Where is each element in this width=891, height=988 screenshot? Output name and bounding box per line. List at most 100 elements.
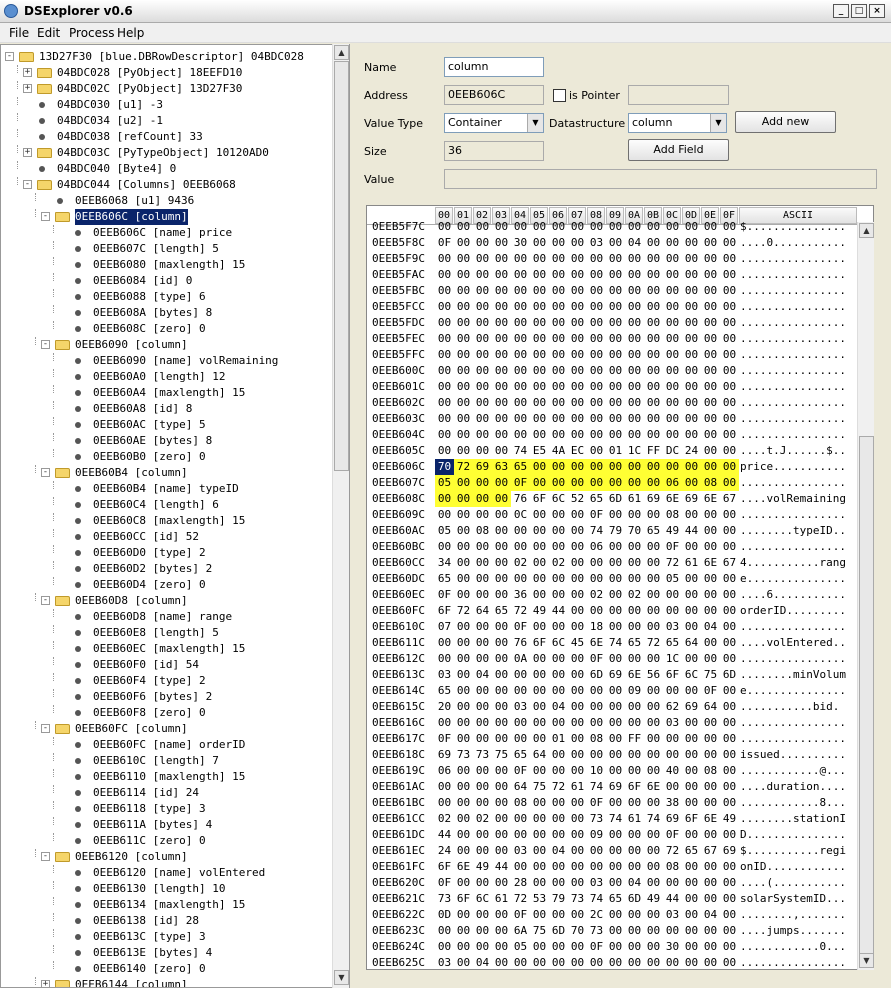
- hex-byte[interactable]: 00: [473, 219, 492, 235]
- hex-byte[interactable]: 00: [682, 475, 701, 491]
- hex-byte[interactable]: 00: [492, 363, 511, 379]
- hex-byte[interactable]: 00: [530, 555, 549, 571]
- tree-node[interactable]: 0EEB6110 [maxlength] 15: [1, 769, 333, 785]
- hex-byte[interactable]: 00: [625, 795, 644, 811]
- hex-byte[interactable]: 00: [473, 763, 492, 779]
- hex-byte[interactable]: 00: [663, 219, 682, 235]
- hex-byte[interactable]: 00: [511, 363, 530, 379]
- hex-byte[interactable]: 00: [511, 219, 530, 235]
- collapse-icon[interactable]: -: [41, 724, 50, 733]
- tree-node-label[interactable]: 0EEB6090 [column]: [75, 337, 188, 353]
- hex-byte[interactable]: 06: [663, 475, 682, 491]
- hex-byte[interactable]: 00: [701, 299, 720, 315]
- hex-byte[interactable]: 00: [625, 571, 644, 587]
- tree-node[interactable]: 0EEB60F0 [id] 54: [1, 657, 333, 673]
- hex-byte[interactable]: 69: [682, 491, 701, 507]
- hex-byte[interactable]: 03: [663, 715, 682, 731]
- hex-byte[interactable]: 00: [549, 811, 568, 827]
- tree-node[interactable]: +04BDC03C [PyTypeObject] 10120AD0: [1, 145, 333, 161]
- hex-byte[interactable]: 00: [568, 587, 587, 603]
- hex-byte[interactable]: 00: [663, 347, 682, 363]
- hex-viewer[interactable]: 00 01 02 03 04 05 06 07 08 09 0A 0B 0C 0D 0E 0F ASCII 0E…: [366, 205, 874, 970]
- hex-byte[interactable]: 00: [549, 523, 568, 539]
- hex-byte[interactable]: 00: [587, 315, 606, 331]
- tree-node-label[interactable]: 13D27F30 [blue.DBRowDescriptor] 04BDC028: [39, 49, 304, 65]
- hex-byte[interactable]: 00: [701, 427, 720, 443]
- hex-byte[interactable]: 64: [530, 747, 549, 763]
- hex-byte[interactable]: 00: [606, 731, 625, 747]
- hex-row[interactable]: 0EEB61EC 24 00 00 00 03 00 04 00 00 00 00 00 72 65 67 69…: [367, 843, 857, 859]
- hex-byte[interactable]: 00: [454, 811, 473, 827]
- hex-byte[interactable]: 00: [720, 459, 739, 475]
- scroll-thumb[interactable]: [334, 61, 349, 471]
- hex-row[interactable]: 0EEB602C 00 00 00 00 00 00 00 00 00 00 00 00 00 00 00 00…: [367, 395, 857, 411]
- hex-byte[interactable]: 05: [435, 523, 454, 539]
- hex-row[interactable]: 0EEB615C 20 00 00 00 03 00 04 00 00 00 00 00 62 69 64 00…: [367, 699, 857, 715]
- hex-byte[interactable]: 00: [473, 699, 492, 715]
- hex-byte[interactable]: 6E: [625, 667, 644, 683]
- hex-byte[interactable]: 00: [473, 315, 492, 331]
- tree-node[interactable]: 0EEB60C8 [maxlength] 15: [1, 513, 333, 529]
- hex-byte[interactable]: 00: [720, 731, 739, 747]
- hex-byte[interactable]: 00: [625, 715, 644, 731]
- tree-node-label[interactable]: 0EEB6118 [type] 3: [93, 801, 206, 817]
- hex-byte[interactable]: 00: [454, 443, 473, 459]
- hex-byte[interactable]: 00: [511, 827, 530, 843]
- hex-byte[interactable]: 00: [568, 283, 587, 299]
- hex-byte[interactable]: 00: [435, 331, 454, 347]
- hex-byte[interactable]: 00: [606, 843, 625, 859]
- hex-byte[interactable]: 00: [625, 747, 644, 763]
- hex-byte[interactable]: 6E: [701, 555, 720, 571]
- hex-byte[interactable]: 00: [701, 923, 720, 939]
- hex-byte[interactable]: 00: [549, 331, 568, 347]
- hex-row[interactable]: 0EEB60BC 00 00 00 00 00 00 00 00 06 00 00 00 0F 00 00 00…: [367, 539, 857, 555]
- hex-byte[interactable]: 00: [682, 763, 701, 779]
- hex-byte[interactable]: 00: [682, 955, 701, 969]
- tree-node-label[interactable]: 0EEB6114 [id] 24: [93, 785, 199, 801]
- tree-node-label[interactable]: 0EEB60AC [type] 5: [93, 417, 206, 433]
- hex-byte[interactable]: 00: [625, 539, 644, 555]
- tree-node-label[interactable]: 0EEB60D8 [column]: [75, 593, 188, 609]
- hex-byte[interactable]: 00: [492, 571, 511, 587]
- menu-process[interactable]: Process: [66, 25, 118, 41]
- hex-byte[interactable]: 00: [606, 347, 625, 363]
- hex-byte[interactable]: 00: [606, 763, 625, 779]
- tree-node[interactable]: 0EEB60D8 [name] range: [1, 609, 333, 625]
- hex-byte[interactable]: 00: [606, 283, 625, 299]
- tree-node-label[interactable]: 0EEB610C [length] 7: [93, 753, 219, 769]
- hex-byte[interactable]: 00: [701, 267, 720, 283]
- tree-node-label[interactable]: 0EEB6088 [type] 6: [93, 289, 206, 305]
- hex-byte[interactable]: 00: [511, 379, 530, 395]
- hex-byte[interactable]: 00: [682, 683, 701, 699]
- hex-byte[interactable]: 00: [511, 683, 530, 699]
- hex-byte[interactable]: 00: [549, 251, 568, 267]
- hex-byte[interactable]: 00: [473, 683, 492, 699]
- hex-byte[interactable]: 00: [720, 699, 739, 715]
- hex-byte[interactable]: 00: [644, 603, 663, 619]
- hex-byte[interactable]: 65: [663, 635, 682, 651]
- hex-byte[interactable]: 00: [530, 475, 549, 491]
- hex-byte[interactable]: 00: [568, 315, 587, 331]
- hex-byte[interactable]: 00: [473, 715, 492, 731]
- hex-byte[interactable]: 00: [435, 443, 454, 459]
- name-field[interactable]: column: [444, 57, 544, 77]
- hex-byte[interactable]: 0F: [587, 795, 606, 811]
- hex-byte[interactable]: 00: [568, 683, 587, 699]
- hex-byte[interactable]: 00: [644, 715, 663, 731]
- hex-byte[interactable]: 00: [492, 667, 511, 683]
- hex-byte[interactable]: 00: [701, 507, 720, 523]
- hex-byte[interactable]: 00: [606, 907, 625, 923]
- hex-byte[interactable]: 00: [682, 267, 701, 283]
- tree-node[interactable]: 0EEB60A8 [id] 8: [1, 401, 333, 417]
- hex-byte[interactable]: 75: [530, 923, 549, 939]
- hex-byte[interactable]: 00: [720, 347, 739, 363]
- hex-byte[interactable]: 79: [549, 891, 568, 907]
- tree-node-label[interactable]: 0EEB60F4 [type] 2: [93, 673, 206, 689]
- hex-byte[interactable]: 00: [720, 523, 739, 539]
- hex-byte[interactable]: 0F: [587, 651, 606, 667]
- hex-byte[interactable]: 75: [530, 779, 549, 795]
- hex-byte[interactable]: 00: [568, 475, 587, 491]
- hex-byte[interactable]: 00: [682, 395, 701, 411]
- hex-byte[interactable]: 00: [701, 875, 720, 891]
- hex-byte[interactable]: 00: [606, 683, 625, 699]
